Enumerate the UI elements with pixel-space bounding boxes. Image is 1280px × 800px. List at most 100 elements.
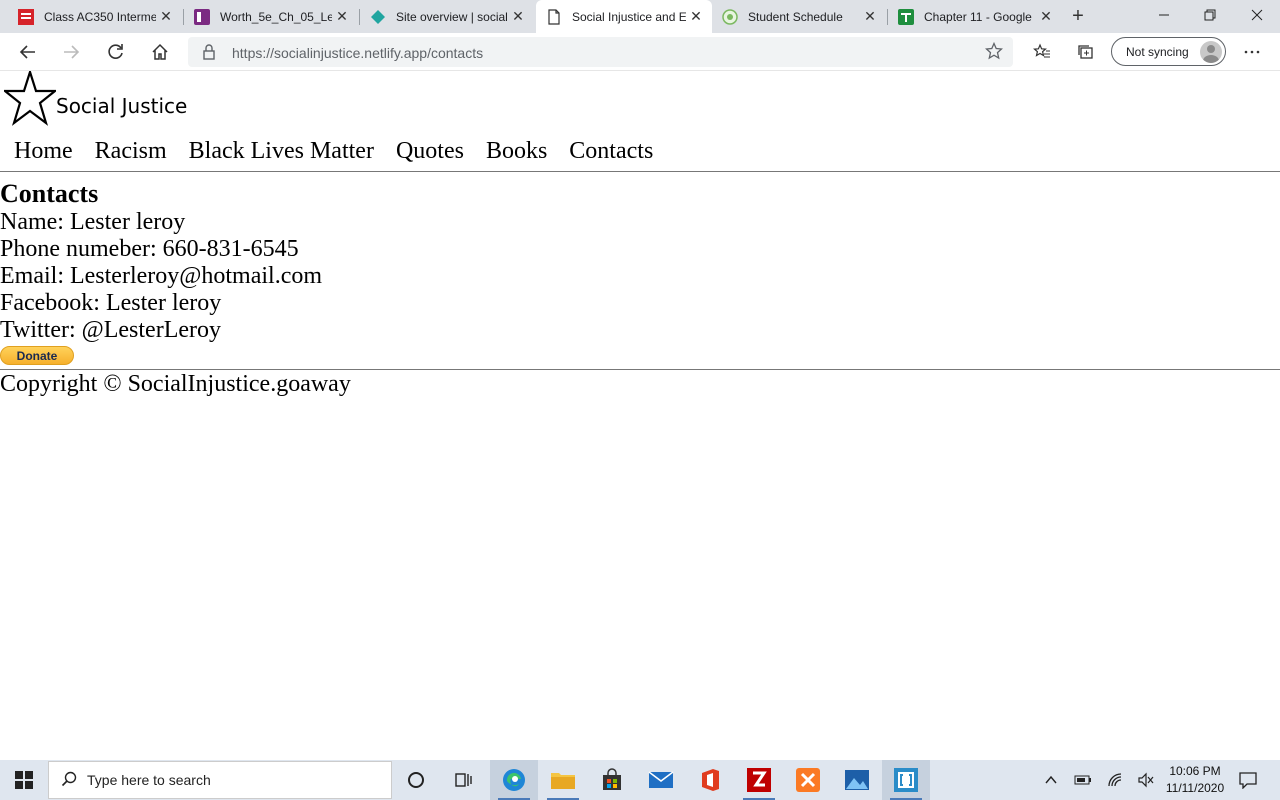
brackets-icon bbox=[894, 768, 918, 792]
url-text: https://socialinjustice.netlify.app/cont… bbox=[232, 45, 484, 61]
sync-label: Not syncing bbox=[1126, 44, 1189, 59]
network-button[interactable] bbox=[1104, 760, 1128, 800]
taskbar-photos[interactable] bbox=[833, 760, 881, 800]
search-icon bbox=[61, 771, 77, 790]
volume-button[interactable] bbox=[1134, 760, 1158, 800]
action-center-icon bbox=[1239, 772, 1257, 789]
new-tab-button[interactable]: + bbox=[1066, 4, 1090, 28]
close-window-button[interactable] bbox=[1234, 0, 1280, 30]
footer-copyright: Copyright © SocialInjustice.goaway bbox=[0, 371, 351, 397]
tab-worth[interactable]: Worth_5e_Ch_05_Lea ✕ bbox=[184, 0, 358, 33]
donate-button[interactable]: Donate bbox=[0, 346, 74, 365]
home-button[interactable] bbox=[146, 38, 174, 66]
tab-title: Chapter 11 - Google bbox=[924, 9, 1032, 24]
battery-button[interactable] bbox=[1072, 760, 1094, 800]
filezilla-icon bbox=[747, 768, 771, 792]
restore-button[interactable] bbox=[1187, 0, 1233, 30]
office-icon bbox=[702, 769, 719, 791]
store-bag-icon bbox=[603, 768, 621, 790]
site-brand[interactable]: Social Justice bbox=[4, 71, 187, 127]
taskbar-mail[interactable] bbox=[637, 760, 685, 800]
netlify-icon bbox=[370, 9, 386, 25]
nav-link-black-lives-matter[interactable]: Black Lives Matter bbox=[189, 138, 374, 165]
close-icon[interactable]: ✕ bbox=[1036, 7, 1056, 27]
more-options-button[interactable] bbox=[1238, 38, 1266, 66]
divider bbox=[0, 369, 1280, 370]
tab-chapter-11[interactable]: Chapter 11 - Google ✕ bbox=[888, 0, 1062, 33]
more-dots-icon bbox=[1244, 50, 1260, 54]
photos-icon bbox=[845, 770, 869, 790]
tab-class-ac350[interactable]: Class AC350 Interme ✕ bbox=[8, 0, 182, 33]
xampp-icon bbox=[796, 768, 820, 792]
tab-site-overview[interactable]: Site overview | social ✕ bbox=[360, 0, 534, 33]
web-page: Social Justice Home Racism Black Lives M… bbox=[0, 71, 1280, 760]
windows-logo-icon bbox=[15, 771, 33, 789]
refresh-button[interactable] bbox=[102, 38, 130, 66]
profile-sync-button[interactable]: Not syncing bbox=[1111, 37, 1226, 66]
taskbar-office[interactable] bbox=[686, 760, 734, 800]
taskbar-store[interactable] bbox=[588, 760, 636, 800]
contact-twitter: Twitter: @LesterLeroy bbox=[0, 317, 222, 343]
taskbar-filezilla[interactable] bbox=[735, 760, 783, 800]
task-view-button[interactable] bbox=[440, 760, 488, 800]
edge-icon bbox=[503, 769, 525, 791]
taskbar-file-explorer[interactable] bbox=[539, 760, 587, 800]
tab-social-injustice[interactable]: Social Injustice and E ✕ bbox=[536, 0, 712, 33]
close-icon[interactable]: ✕ bbox=[156, 7, 176, 27]
home-icon bbox=[152, 43, 168, 60]
site-name: Social Justice bbox=[56, 94, 188, 118]
browser-toolbar: https://socialinjustice.netlify.app/cont… bbox=[0, 33, 1280, 71]
back-button[interactable] bbox=[14, 38, 42, 66]
schedule-icon bbox=[722, 8, 738, 25]
cortana-button[interactable] bbox=[392, 760, 440, 800]
tab-title: Class AC350 Interme bbox=[44, 9, 156, 24]
address-bar[interactable]: https://socialinjustice.netlify.app/cont… bbox=[188, 37, 1013, 67]
task-view-icon bbox=[455, 773, 472, 787]
windows-taskbar: Type here to search 10:06 PM 11/11/2020 bbox=[0, 760, 1280, 800]
favorites-button[interactable] bbox=[1028, 38, 1056, 66]
taskbar-search[interactable]: Type here to search bbox=[48, 761, 392, 799]
nav-link-home[interactable]: Home bbox=[14, 138, 73, 165]
contact-phone: Phone numeber: 660-831-6545 bbox=[0, 236, 299, 262]
close-icon[interactable]: ✕ bbox=[332, 7, 352, 27]
avatar bbox=[1200, 41, 1222, 63]
clock-time: 10:06 PM bbox=[1169, 764, 1221, 778]
close-icon[interactable]: ✕ bbox=[508, 7, 528, 27]
collections-button[interactable] bbox=[1072, 38, 1100, 66]
nav-link-books[interactable]: Books bbox=[486, 138, 547, 165]
forward-arrow-icon bbox=[64, 45, 80, 59]
close-icon[interactable]: ✕ bbox=[860, 7, 880, 27]
tab-title: Social Injustice and E bbox=[572, 9, 686, 24]
tab-title: Worth_5e_Ch_05_Lea bbox=[220, 9, 332, 24]
google-sheets-icon bbox=[898, 8, 914, 25]
contact-facebook: Facebook: Lester leroy bbox=[0, 290, 222, 316]
start-button[interactable] bbox=[0, 760, 48, 800]
back-arrow-icon bbox=[19, 45, 35, 59]
tab-student-schedule[interactable]: Student Schedule ✕ bbox=[712, 0, 886, 33]
taskbar-xampp[interactable] bbox=[784, 760, 832, 800]
refresh-icon bbox=[108, 44, 123, 59]
nav-link-contacts[interactable]: Contacts bbox=[569, 138, 653, 165]
taskbar-clock[interactable]: 10:06 PM 11/11/2020 bbox=[1160, 763, 1230, 797]
contact-email: Email: Lesterleroy@hotmail.com bbox=[0, 263, 323, 289]
mcgraw-hill-icon bbox=[18, 8, 34, 25]
divider bbox=[0, 171, 1280, 172]
notifications-button[interactable] bbox=[1236, 760, 1260, 800]
taskbar-edge[interactable] bbox=[490, 760, 538, 800]
mail-icon bbox=[648, 771, 674, 788]
chevron-up-icon bbox=[1045, 775, 1057, 784]
folder-icon bbox=[551, 773, 575, 789]
nav-link-racism[interactable]: Racism bbox=[95, 138, 167, 165]
page-icon bbox=[546, 8, 562, 25]
wifi-icon bbox=[1108, 773, 1122, 787]
favorites-list-icon bbox=[1033, 43, 1050, 58]
show-hidden-icons-button[interactable] bbox=[1040, 760, 1062, 800]
nav-link-quotes[interactable]: Quotes bbox=[396, 138, 464, 165]
page-title: Contacts bbox=[0, 179, 99, 208]
forward-button[interactable] bbox=[57, 38, 85, 66]
taskbar-brackets[interactable] bbox=[882, 760, 930, 800]
search-placeholder: Type here to search bbox=[87, 772, 211, 788]
close-icon[interactable]: ✕ bbox=[686, 7, 706, 27]
minimize-button[interactable] bbox=[1141, 0, 1187, 30]
favorite-star-icon[interactable] bbox=[984, 41, 1004, 65]
